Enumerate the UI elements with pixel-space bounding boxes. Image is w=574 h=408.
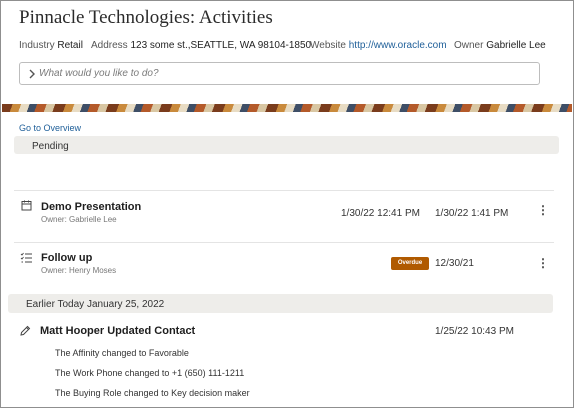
address-field: Address 123 some st.,SEATTLE, WA 98104-1… [91,40,311,51]
divider [14,190,554,191]
change-item: The Buying Role changed to Key decision … [55,388,250,398]
page-title: Pinnacle Technologies: Activities [19,7,273,28]
earlier-section-header[interactable]: Earlier Today January 25, 2022 [8,294,553,313]
address-label: Address [91,40,128,51]
pending-label: Pending [32,141,69,152]
change-item: The Affinity changed to Favorable [55,348,189,358]
owner-label: Owner [454,40,484,51]
activity-title[interactable]: Follow up [41,252,92,264]
website-label: Website [310,40,346,51]
address-value: 123 some st.,SEATTLE, WA 98104-1850 [130,40,312,51]
activity-owner: Owner: Henry Moses [41,266,117,275]
decorative-banner [2,104,572,112]
search-placeholder: What would you like to do? [39,68,159,79]
pencil-icon [20,325,31,336]
overdue-badge: Overdue [391,257,429,270]
earlier-label: Earlier Today January 25, 2022 [26,299,165,310]
activity-end-time: 1/30/22 1:41 PM [435,208,509,219]
activity-title[interactable]: Demo Presentation [41,201,141,213]
go-to-overview-link[interactable]: Go to Overview [19,123,81,133]
chevron-right-icon [29,69,35,79]
search-input[interactable]: What would you like to do? [19,62,540,85]
industry-field: Industry Retail [19,40,83,51]
more-actions-icon[interactable]: ⋮ [537,204,549,216]
update-time: 1/25/22 10:43 PM [435,326,514,337]
task-list-icon [20,252,32,263]
industry-label: Industry [19,40,55,51]
owner-field: Owner Gabrielle Lee [454,40,546,51]
website-link[interactable]: http://www.oracle.com [349,40,447,51]
change-item: The Work Phone changed to +1 (650) 111-1… [55,368,245,378]
divider [14,242,554,243]
website-field: Website http://www.oracle.com [310,40,447,51]
pending-section-header[interactable]: Pending [14,136,559,154]
activity-start-time: 1/30/22 12:41 PM [341,208,420,219]
activity-owner: Owner: Gabrielle Lee [41,215,117,224]
update-title: Matt Hooper Updated Contact [40,325,196,337]
owner-value: Gabrielle Lee [486,40,546,51]
industry-value: Retail [57,40,83,51]
more-actions-icon[interactable]: ⋮ [537,257,549,269]
activity-due-date: 12/30/21 [435,258,474,269]
calendar-icon [21,200,32,211]
